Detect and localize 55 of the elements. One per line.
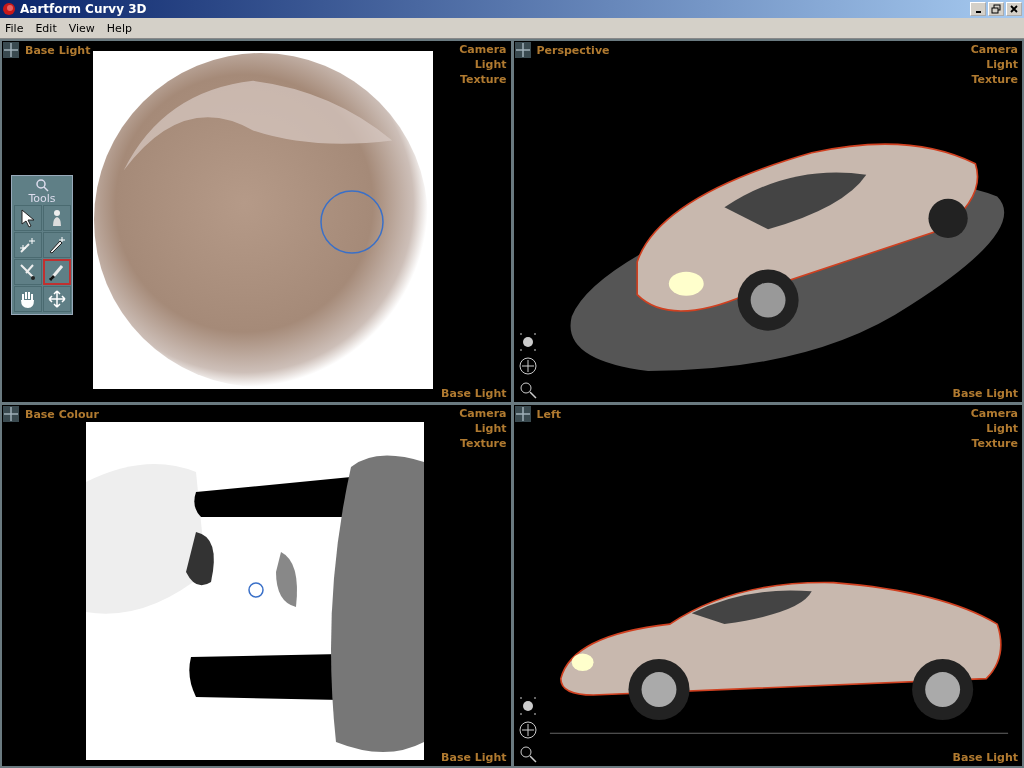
zoom-icon[interactable] (517, 380, 538, 400)
viewport-title[interactable]: Base Light (25, 43, 91, 57)
tool-button[interactable] (13, 286, 42, 312)
viewport-menu-item[interactable]: Texture (971, 437, 1018, 450)
pan-icon[interactable] (517, 356, 538, 376)
viewport-menu-item[interactable]: Texture (971, 73, 1018, 86)
viewport-menu-item[interactable]: Camera (459, 407, 507, 420)
tool-button[interactable] (42, 205, 71, 231)
tool-button[interactable] (13, 259, 42, 285)
grid-icon[interactable] (514, 406, 531, 422)
tool-button[interactable] (13, 232, 42, 258)
restore-icon (991, 4, 1001, 14)
viewport-title[interactable]: Left (536, 407, 561, 421)
menu-item[interactable]: Help (101, 21, 139, 35)
palette-title: Tools (28, 192, 56, 205)
viewport-menu-item[interactable]: Light (986, 422, 1018, 435)
viewport-light-label[interactable]: Base Light (441, 751, 507, 764)
move-arrows-icon (46, 289, 67, 309)
tool-button[interactable] (42, 286, 71, 312)
zoom-icon[interactable] (517, 744, 538, 764)
restore-button[interactable] (988, 2, 1004, 16)
plus-pen-icon (17, 235, 38, 255)
grid-icon[interactable] (514, 42, 531, 58)
window-title: Aartform Curvy 3D (20, 2, 147, 16)
viewport-light-label[interactable]: Base Light (952, 387, 1018, 400)
viewport-menu-item[interactable]: Texture (459, 73, 507, 86)
app-logo-icon (2, 2, 16, 16)
viewport-menu-item[interactable]: Light (474, 58, 507, 71)
viewport-light-label[interactable]: Base Light (441, 387, 507, 400)
viewport-menu-item[interactable]: Light (474, 422, 507, 435)
orbit-icon[interactable] (517, 696, 538, 716)
close-button[interactable] (1006, 2, 1022, 16)
minimize-icon (975, 11, 981, 13)
menu-item[interactable]: File (0, 21, 31, 35)
grid-icon[interactable] (3, 42, 19, 58)
pan-icon[interactable] (517, 720, 538, 740)
brush-cursor-icon (319, 189, 385, 255)
viewport-menu-item[interactable]: Light (986, 58, 1018, 71)
tool-button[interactable] (13, 205, 42, 231)
tool-button[interactable] (42, 232, 71, 258)
orbit-icon[interactable] (517, 332, 538, 352)
tool-button[interactable] (42, 259, 71, 285)
magnifier-icon (35, 178, 49, 192)
viewport-title[interactable]: Base Colour (25, 407, 99, 421)
viewport-menu-item[interactable]: Camera (970, 43, 1018, 56)
viewport-menu-item[interactable]: Camera (970, 407, 1018, 420)
menu-item[interactable]: Edit (30, 21, 64, 35)
grid-icon[interactable] (3, 406, 19, 422)
close-icon (1009, 4, 1019, 14)
viewport-light-label[interactable]: Base Light (952, 751, 1018, 764)
minimize-button[interactable] (970, 2, 986, 16)
viewport-menu-item[interactable]: Texture (459, 437, 507, 450)
viewport-title[interactable]: Perspective (536, 43, 610, 57)
menu-item[interactable]: View (63, 21, 102, 35)
viewport-menu-item[interactable]: Camera (459, 43, 507, 56)
